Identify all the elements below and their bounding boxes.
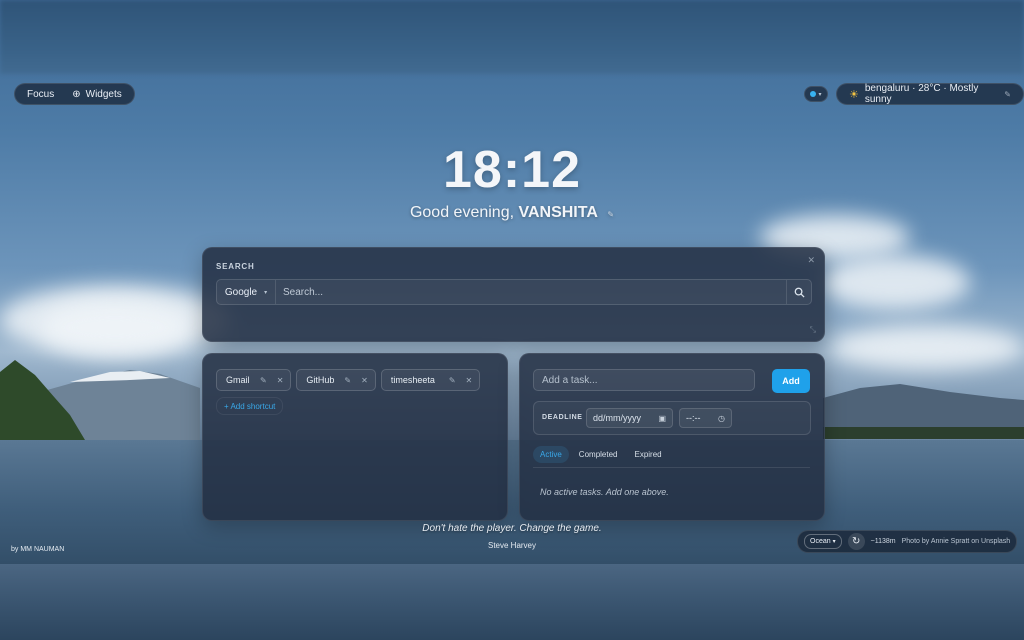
search-engine-select[interactable]: Google ▾ — [217, 280, 276, 304]
author-credit: by MM NAUMAN — [11, 546, 65, 553]
remove-icon[interactable]: ✕ — [466, 376, 473, 385]
edit-icon[interactable]: ✎ — [1004, 90, 1011, 99]
divider — [533, 467, 810, 468]
task-input[interactable] — [533, 369, 755, 391]
chevron-down-icon: ▾ — [832, 539, 836, 545]
edit-name-icon[interactable]: ✎ — [607, 210, 614, 219]
shortcut-label: Gmail — [226, 375, 250, 385]
background-controls: Ocean ▾ ↻ ~1138m Photo by Annie Spratt o… — [797, 530, 1018, 553]
greeting-name[interactable]: VANSHITA — [518, 204, 597, 221]
calendar-icon: ▣ — [658, 413, 666, 423]
search-label: SEARCH — [216, 262, 255, 271]
weather-widget[interactable]: ☀ bengaluru · 28°C · Mostly sunny ✎ — [836, 83, 1024, 105]
shortcut-list: Gmail ✎ ✕ GitHub ✎ ✕ timesheeta ✎ ✕ — [216, 369, 481, 391]
deadline-date-field[interactable]: dd/mm/yyyy ▣ — [586, 408, 673, 428]
greeting-prefix: Good evening, — [409, 204, 515, 221]
close-icon[interactable]: ✕ — [807, 255, 815, 266]
edit-icon[interactable]: ✎ — [344, 376, 351, 385]
clock-icon: ◷ — [718, 413, 725, 423]
shortcut-label: GitHub — [306, 375, 335, 385]
elevation-text: ~1138m — [870, 538, 896, 545]
shortcut-github[interactable]: GitHub ✎ ✕ — [296, 369, 376, 391]
search-bar: Google ▾ — [216, 279, 812, 305]
empty-tasks-message: No active tasks. Add one above. — [540, 487, 669, 497]
task-tabs: Active Completed Expired — [533, 446, 669, 463]
widgets-label: Widgets — [85, 88, 122, 100]
edit-icon[interactable]: ✎ — [260, 376, 267, 385]
widgets-button[interactable]: ⊕ Widgets — [72, 89, 122, 100]
theme-toggle[interactable]: ▾ — [804, 86, 828, 102]
focus-label: Focus — [27, 88, 55, 100]
tab-expired[interactable]: Expired — [627, 446, 668, 463]
tab-completed[interactable]: Completed — [572, 446, 625, 463]
focus-button[interactable]: Focus — [27, 89, 54, 100]
tasks-widget: Add DEADLINE dd/mm/yyyy ▣ --:-- ◷ Active… — [519, 353, 825, 521]
theme-label: Ocean — [810, 538, 831, 545]
chevron-down-icon: ▾ — [818, 91, 822, 98]
photo-credit-link[interactable]: Photo by Annie Spratt on Unsplash — [902, 538, 1011, 545]
theme-select[interactable]: Ocean ▾ — [804, 534, 842, 549]
weather-text: bengaluru · 28°C · Mostly sunny — [864, 83, 979, 105]
remove-icon[interactable]: ✕ — [361, 376, 368, 385]
clock: 18:12 — [443, 141, 581, 199]
edit-icon[interactable]: ✎ — [449, 376, 456, 385]
shortcut-timesheeta[interactable]: timesheeta ✎ ✕ — [380, 369, 481, 391]
add-shortcut-button[interactable]: + Add shortcut — [216, 397, 284, 415]
tab-active[interactable]: Active — [533, 446, 569, 463]
search-widget: SEARCH ✕ Google ▾ ⤡ — [202, 247, 825, 342]
add-task-button[interactable]: Add — [772, 369, 810, 393]
shortcut-gmail[interactable]: Gmail ✎ ✕ — [216, 369, 292, 391]
top-left-controls: Focus ⊕ Widgets — [14, 83, 135, 105]
date-placeholder: dd/mm/yyyy — [593, 413, 642, 423]
chevron-down-icon: ▾ — [264, 289, 268, 296]
deadline-row: DEADLINE dd/mm/yyyy ▣ --:-- ◷ — [533, 401, 811, 435]
engine-label: Google — [224, 286, 258, 298]
widgets-icon: ⊕ — [72, 88, 81, 100]
search-button[interactable] — [786, 280, 811, 304]
time-placeholder: --:-- — [686, 413, 701, 423]
deadline-label: DEADLINE — [542, 414, 583, 421]
search-icon — [794, 287, 805, 298]
resize-handle-icon[interactable]: ⤡ — [810, 325, 816, 335]
sun-icon: ☀ — [849, 88, 859, 101]
shortcuts-widget: Gmail ✎ ✕ GitHub ✎ ✕ timesheeta ✎ ✕ + Ad… — [202, 353, 508, 521]
greeting: Good evening, VANSHITA ✎ — [0, 204, 1024, 222]
refresh-icon[interactable]: ↻ — [847, 533, 865, 550]
deadline-time-field[interactable]: --:-- ◷ — [679, 408, 732, 428]
status-dot-icon — [810, 91, 817, 97]
remove-icon[interactable]: ✕ — [277, 376, 284, 385]
shortcut-label: timesheeta — [390, 375, 435, 385]
search-input[interactable] — [276, 280, 786, 304]
